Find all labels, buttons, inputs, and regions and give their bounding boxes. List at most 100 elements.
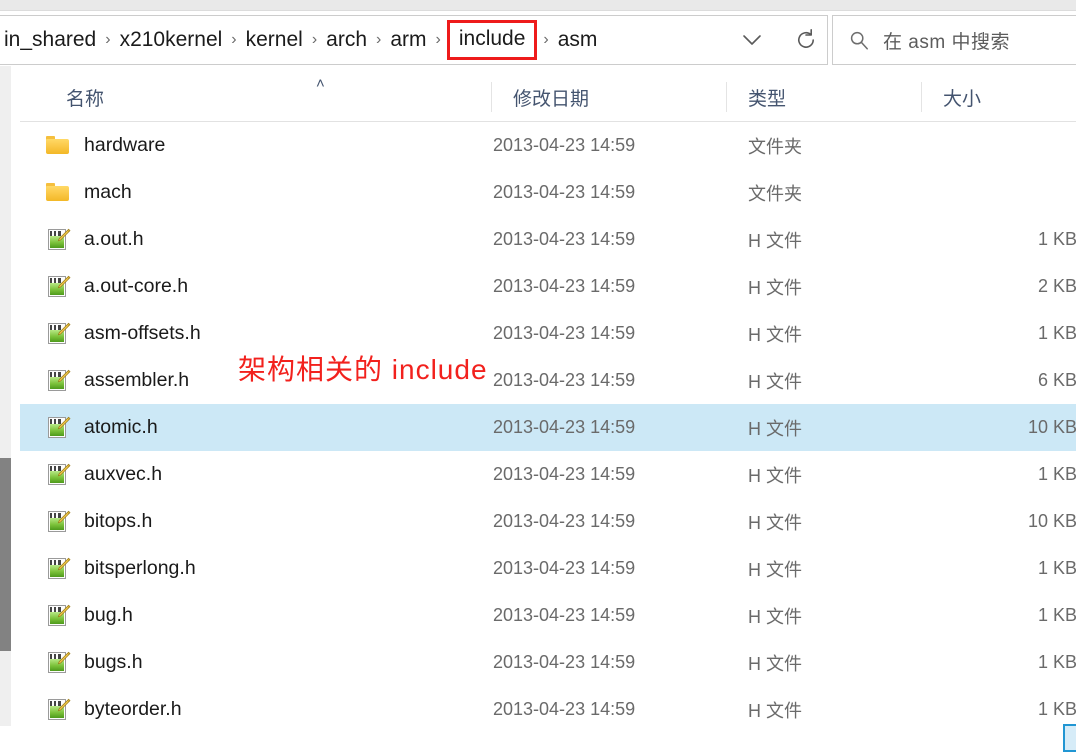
breadcrumb-item-arm[interactable]: arm [385, 25, 431, 55]
file-date-cell: 2013-04-23 14:59 [493, 417, 636, 437]
file-name-cell[interactable]: a.out.h [46, 228, 144, 251]
column-header-name-label: 名称 [66, 89, 105, 110]
vertical-scrollbar[interactable] [0, 66, 11, 752]
file-name-cell[interactable]: bug.h [46, 604, 133, 627]
chevron-down-icon[interactable] [739, 27, 765, 53]
file-size-cell: 1 KB [1037, 323, 1076, 343]
file-date-cell: 2013-04-23 14:59 [493, 370, 636, 390]
h-file-icon [46, 322, 71, 345]
file-row[interactable]: asm-offsets.h 2013-04-23 14:59 H 文件 1 KB [20, 310, 1076, 357]
sort-ascending-caret-icon: ˄ [316, 75, 325, 92]
search-box[interactable]: 在 asm 中搜索 [832, 15, 1076, 65]
breadcrumb-item-include[interactable]: include [446, 20, 538, 60]
file-size-cell: 1 KB [1037, 558, 1076, 578]
h-file-icon [46, 416, 71, 439]
file-row[interactable]: bug.h 2013-04-23 14:59 H 文件 1 KB [20, 592, 1076, 639]
file-size-cell: 1 KB [1037, 699, 1076, 719]
column-header-size[interactable]: 大小 [921, 74, 1076, 121]
file-row[interactable]: assembler.h 2013-04-23 14:59 H 文件 6 KB [20, 357, 1076, 404]
file-type-cell: H 文件 [748, 324, 802, 345]
file-size-cell: 2 KB [1037, 276, 1076, 296]
file-name-cell[interactable]: a.out-core.h [46, 275, 188, 298]
file-date-cell: 2013-04-23 14:59 [493, 229, 636, 249]
address-bar[interactable]: in_shared › x210kernel › kernel › arch › arm › inc… [0, 15, 828, 65]
file-name-cell[interactable]: auxvec.h [46, 463, 162, 486]
h-file-icon [46, 463, 71, 486]
breadcrumb-item-in-shared[interactable]: in_shared [0, 25, 101, 55]
column-divider [921, 82, 922, 112]
refresh-icon[interactable] [793, 27, 819, 53]
breadcrumb-item-x210kernel[interactable]: x210kernel [115, 25, 228, 55]
search-input[interactable]: 在 asm 中搜索 [883, 27, 1010, 54]
file-type-cell: H 文件 [748, 465, 802, 486]
file-name-cell[interactable]: assembler.h [46, 369, 189, 392]
file-name-label: bugs.h [84, 651, 143, 673]
file-name-cell[interactable]: mach [46, 181, 132, 204]
file-row[interactable]: bitsperlong.h 2013-04-23 14:59 H 文件 1 KB [20, 545, 1076, 592]
file-row[interactable]: a.out-core.h 2013-04-23 14:59 H 文件 2 KB [20, 263, 1076, 310]
file-name-label: asm-offsets.h [84, 322, 201, 344]
file-row[interactable]: bugs.h 2013-04-23 14:59 H 文件 1 KB [20, 639, 1076, 686]
file-row[interactable]: atomic.h 2013-04-23 14:59 H 文件 10 KB [20, 404, 1076, 451]
window-top-strip [0, 0, 1076, 11]
breadcrumb-item-arch[interactable]: arch [321, 25, 372, 55]
scrollbar-thumb[interactable] [0, 458, 11, 651]
h-file-icon [46, 557, 71, 580]
file-row[interactable]: hardware 2013-04-23 14:59 文件夹 [20, 122, 1076, 169]
file-type-cell: H 文件 [748, 653, 802, 674]
file-name-cell[interactable]: byteorder.h [46, 698, 182, 721]
file-row[interactable]: mach 2013-04-23 14:59 文件夹 [20, 169, 1076, 216]
breadcrumb-item-asm[interactable]: asm [553, 25, 603, 55]
h-file-icon [46, 651, 71, 674]
file-size-cell: 10 KB [1027, 417, 1076, 437]
h-file-icon [46, 369, 71, 392]
file-name-cell[interactable]: bitops.h [46, 510, 152, 533]
file-size-cell: 1 KB [1037, 605, 1076, 625]
file-name-label: bitops.h [84, 510, 153, 532]
file-name-label: mach [84, 181, 132, 203]
file-date-cell: 2013-04-23 14:59 [493, 511, 636, 531]
breadcrumb-separator-icon: › [311, 31, 318, 48]
column-header-type-label: 类型 [748, 89, 787, 110]
scrollbar-gutter [11, 66, 20, 752]
file-date-cell: 2013-04-23 14:59 [493, 323, 636, 343]
column-header-type[interactable]: 类型 [726, 74, 943, 121]
file-name-label: bitsperlong.h [84, 557, 196, 579]
address-bar-actions [739, 16, 819, 64]
file-type-cell: H 文件 [748, 700, 802, 721]
breadcrumb-separator-icon: › [435, 31, 441, 48]
folder-icon [46, 135, 70, 157]
file-name-cell[interactable]: atomic.h [46, 416, 158, 439]
file-date-cell: 2013-04-23 14:59 [493, 699, 636, 719]
breadcrumb-separator-icon: › [105, 31, 111, 48]
file-date-cell: 2013-04-23 14:59 [493, 652, 636, 672]
file-name-label: hardware [84, 134, 166, 156]
file-type-cell: 文件夹 [748, 136, 802, 157]
column-header-name[interactable]: 名称 ˄ [66, 74, 476, 121]
file-row[interactable]: auxvec.h 2013-04-23 14:59 H 文件 1 KB [20, 451, 1076, 498]
file-list[interactable]: hardware 2013-04-23 14:59 文件夹 mach 2013-04-2… [20, 122, 1076, 722]
file-row[interactable]: a.out.h 2013-04-23 14:59 H 文件 1 KB [20, 216, 1076, 263]
file-size-cell: 1 KB [1037, 652, 1076, 672]
column-divider [491, 82, 492, 112]
breadcrumb-separator-icon: › [543, 31, 549, 48]
file-name-cell[interactable]: bugs.h [46, 651, 143, 674]
breadcrumb-item-kernel[interactable]: kernel [241, 25, 308, 55]
column-header-date[interactable]: 修改日期 [491, 74, 748, 121]
file-type-cell: H 文件 [748, 512, 802, 533]
file-name-label: a.out.h [84, 228, 144, 250]
file-type-cell: H 文件 [748, 559, 802, 580]
file-name-cell[interactable]: bitsperlong.h [46, 557, 196, 580]
file-name-cell[interactable]: hardware [46, 134, 165, 157]
column-header-row: 名称 ˄ 修改日期 类型 大小 [20, 74, 1076, 122]
file-name-label: auxvec.h [84, 463, 163, 485]
folder-icon [46, 182, 70, 204]
file-date-cell: 2013-04-23 14:59 [493, 276, 636, 296]
file-type-cell: H 文件 [748, 606, 802, 627]
file-name-label: a.out-core.h [84, 275, 189, 297]
file-name-cell[interactable]: asm-offsets.h [46, 322, 201, 345]
window-bottom-gap [0, 726, 1076, 752]
file-explorer-window: in_shared › x210kernel › kernel › arch › arm › inc… [0, 0, 1076, 752]
file-row[interactable]: bitops.h 2013-04-23 14:59 H 文件 10 KB [20, 498, 1076, 545]
search-icon [849, 30, 869, 50]
